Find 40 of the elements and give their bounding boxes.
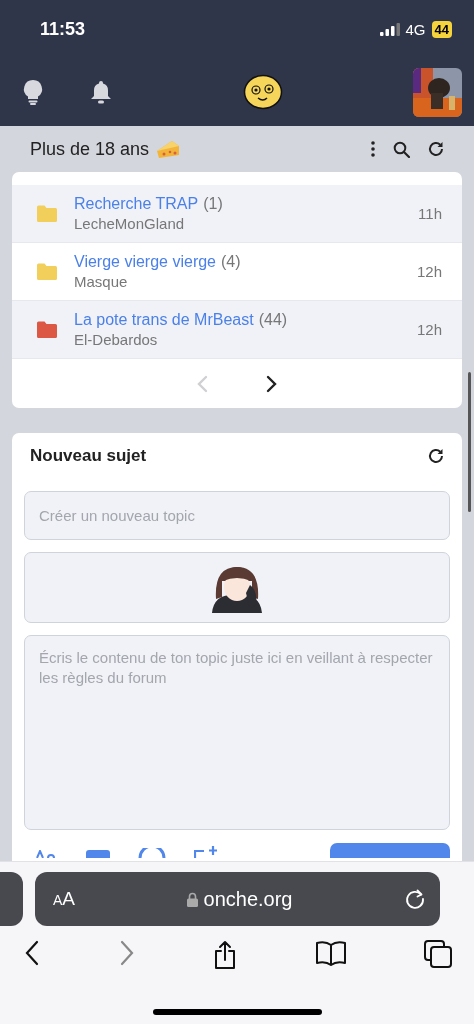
bell-icon[interactable] [90, 80, 112, 104]
add-image-icon[interactable] [194, 846, 218, 858]
next-page-icon[interactable] [266, 374, 278, 393]
reply-count: (44) [258, 311, 288, 329]
emoji-icon[interactable] [138, 848, 166, 858]
reply-count: (1) [203, 195, 223, 213]
topic-time: 11h [418, 205, 442, 222]
sticker-field[interactable] [24, 552, 450, 623]
refresh-icon[interactable] [428, 448, 444, 464]
status-time: 11:53 [40, 18, 86, 40]
topic-title-field[interactable]: Créer un nouveau topic [24, 491, 450, 540]
lightbulb-icon[interactable] [22, 79, 44, 105]
refresh-icon[interactable] [428, 141, 444, 157]
forum-title: Plus de 18 ans [30, 138, 150, 160]
tabs-icon[interactable] [424, 940, 452, 970]
lock-icon [186, 891, 198, 907]
smiley-logo-icon[interactable] [242, 74, 283, 110]
topic-link[interactable]: Recherche TRAP [74, 195, 199, 213]
signal-icon [379, 22, 400, 36]
reply-count: (4) [221, 253, 241, 271]
topic-time: 12h [416, 263, 442, 280]
network-label: 4G [405, 20, 426, 38]
battery-level: 44 [431, 20, 452, 38]
url-text: onche.org [203, 887, 293, 911]
message-field[interactable]: Écris le contenu de ton topic juste ici en veillant à respecter les règles du forum [24, 635, 450, 830]
address-bar[interactable]: AA onche.org [35, 872, 440, 926]
topic-link[interactable]: La pote trans de MrBeast [74, 311, 254, 329]
topic-author: El-Debardos [74, 331, 159, 348]
topic-author: LecheMonGland [74, 215, 186, 232]
new-topic-title: Nouveau sujet [30, 446, 147, 466]
share-icon[interactable] [213, 940, 237, 970]
search-icon[interactable] [393, 140, 410, 158]
cheese-icon [156, 139, 181, 159]
topic-time: 12h [416, 321, 442, 338]
format-icon[interactable] [36, 850, 58, 858]
reload-icon[interactable] [404, 888, 426, 910]
topic-author: Masque [74, 273, 129, 290]
text-size-button[interactable]: AA [53, 888, 76, 910]
more-icon[interactable] [371, 141, 375, 157]
topic-link[interactable]: Vierge vierge vierge [74, 253, 216, 271]
